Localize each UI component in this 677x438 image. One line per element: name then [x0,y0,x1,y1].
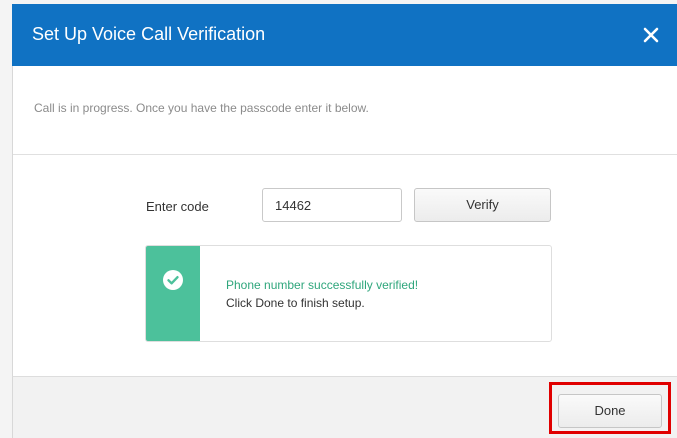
code-input[interactable] [262,188,402,222]
check-circle-icon [163,270,183,290]
close-icon[interactable] [639,23,663,47]
dialog-title: Set Up Voice Call Verification [32,24,266,44]
success-strip [146,246,200,341]
dialog-body: Call is in progress. Once you have the p… [12,66,677,376]
dialog-header: Set Up Voice Call Verification [12,4,677,66]
dialog-footer: Done [12,376,677,438]
voice-call-verification-dialog: Set Up Voice Call Verification Call is i… [0,0,677,438]
enter-code-label: Enter code [146,199,209,214]
success-title: Phone number successfully verified! [226,278,419,292]
success-message: Phone number successfully verified! Clic… [145,245,552,342]
verify-button[interactable]: Verify [414,188,551,222]
divider [13,154,677,155]
instructions-text: Call is in progress. Once you have the p… [34,101,369,115]
done-button[interactable]: Done [558,394,662,428]
success-subtitle: Click Done to finish setup. [226,296,365,310]
